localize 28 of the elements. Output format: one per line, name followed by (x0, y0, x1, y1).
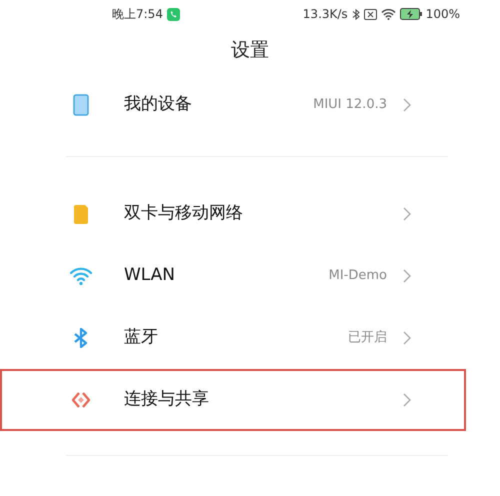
page-title: 设置 (231, 38, 269, 63)
battery-percent: 100% (426, 6, 460, 23)
item-value: 已开启 (348, 329, 387, 348)
chevron-icon (403, 393, 412, 407)
item-value: MIUI 12.0.3 (313, 96, 387, 114)
settings-item[interactable]: 连接与共享 (0, 369, 466, 431)
item-label: 我的设备 (124, 93, 192, 116)
item-value: MI-Demo (328, 267, 387, 286)
item-label: 连接与共享 (124, 388, 209, 412)
settings-item[interactable]: WLAN MI-Demo (0, 245, 466, 307)
wifi-icon (380, 8, 396, 20)
chevron-icon (403, 331, 412, 345)
settings-item[interactable]: 我的设备 MIUI 12.0.3 (0, 74, 466, 136)
settings-item[interactable]: 蓝牙 已开启 (0, 307, 466, 369)
sim-icon (364, 8, 377, 20)
item-label: 蓝牙 (124, 326, 158, 350)
wifi-icon (70, 265, 92, 287)
item-label: WLAN (124, 264, 176, 288)
chevron-icon (403, 207, 412, 221)
status-time: 晚上7:54 (112, 6, 163, 23)
phone-icon (166, 8, 180, 20)
item-label: 双卡与移动网络 (124, 202, 243, 226)
chevron-icon (403, 98, 412, 112)
bluetooth-icon (352, 8, 360, 20)
network-speed: 13.3K/s (302, 6, 348, 23)
settings-item[interactable]: 双卡与移动网络 (0, 183, 466, 245)
battery-icon (400, 8, 422, 20)
chevron-icon (403, 269, 412, 283)
